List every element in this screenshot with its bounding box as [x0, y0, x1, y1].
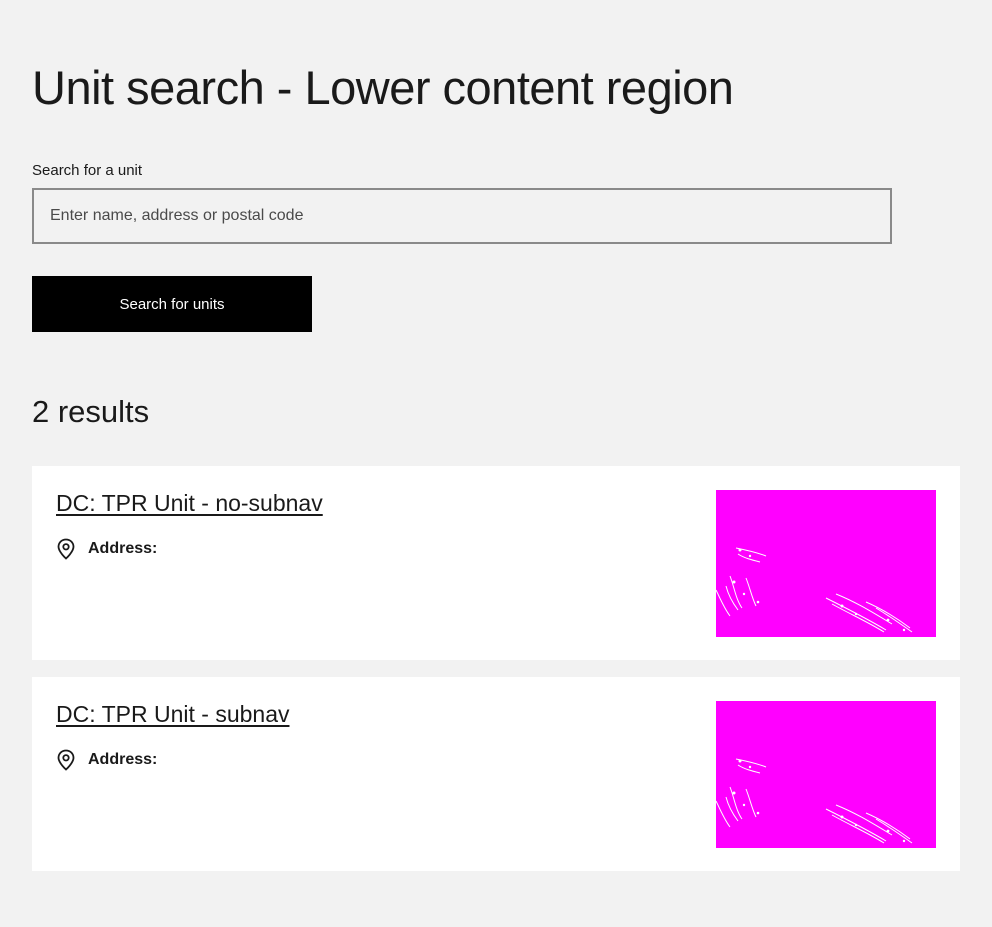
result-card: DC: TPR Unit - no-subnav Address:	[32, 466, 960, 660]
results-count: 2 results	[32, 394, 150, 429]
results-list: DC: TPR Unit - no-subnav Address: DC: TP…	[32, 466, 960, 888]
result-card: DC: TPR Unit - subnav Address:	[32, 677, 960, 871]
location-pin-icon	[56, 749, 76, 771]
address-row: Address:	[56, 538, 157, 560]
page-title: Unit search - Lower content region	[32, 61, 734, 114]
location-pin-icon	[56, 538, 76, 560]
result-thumbnail	[716, 490, 936, 637]
search-button[interactable]: Search for units	[32, 276, 312, 332]
result-title-link[interactable]: DC: TPR Unit - no-subnav	[56, 490, 323, 517]
search-input[interactable]	[32, 188, 892, 244]
address-label: Address:	[88, 540, 158, 557]
result-title-link[interactable]: DC: TPR Unit - subnav	[56, 701, 289, 728]
result-thumbnail	[716, 701, 936, 848]
page: Unit search - Lower content region Searc…	[0, 0, 992, 927]
address-label: Address:	[88, 751, 158, 768]
search-label: Search for a unit	[32, 162, 143, 179]
address-row: Address:	[56, 749, 157, 771]
